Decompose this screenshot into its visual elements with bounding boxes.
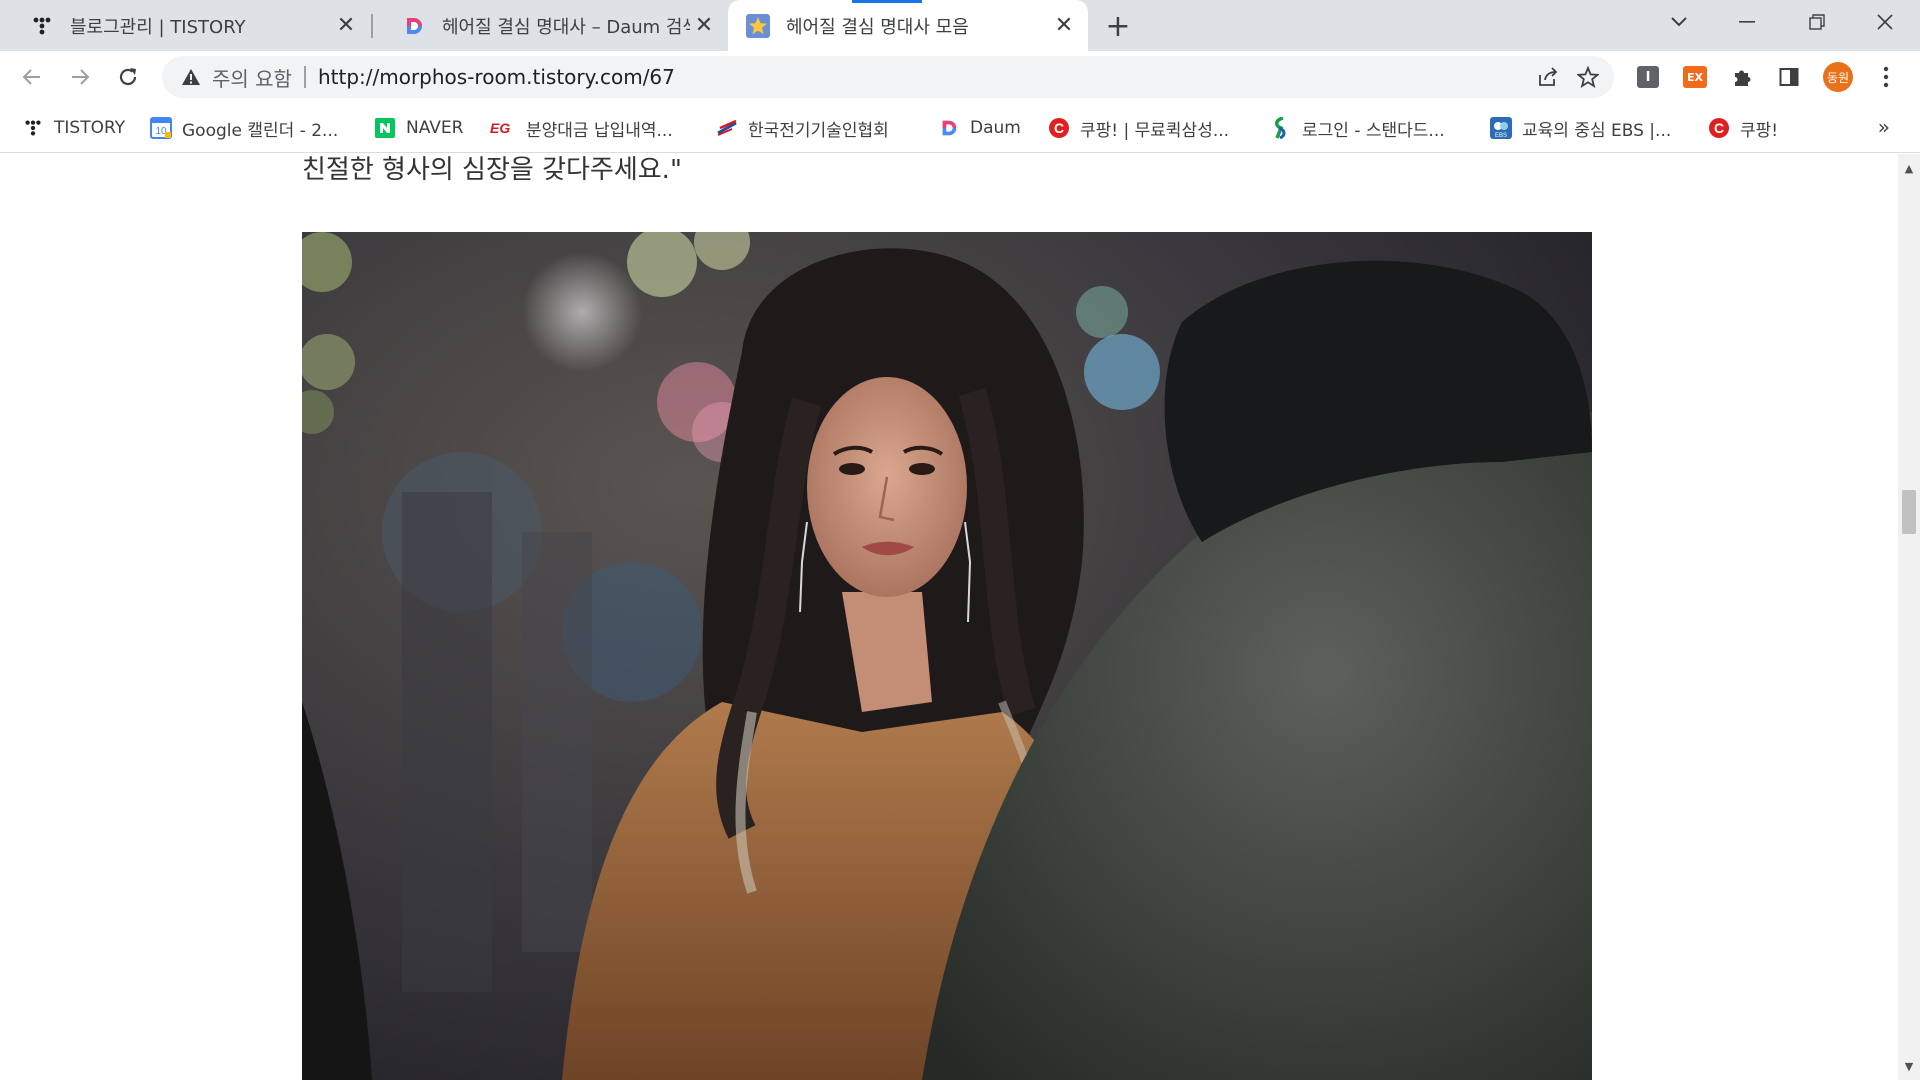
avatar: 동원 [1823,62,1853,92]
address-bar[interactable]: 주의 요함 http://morphos-room.tistory.com/67 [162,56,1614,98]
bookmark-label: TISTORY [54,118,126,138]
kea-icon [716,117,738,139]
coupang-icon: C [1048,117,1070,139]
bookmarks-bar: TISTORY 10 Google 캘린더 - 2... NAVER EG 분양… [0,103,1920,153]
forward-button[interactable] [62,59,98,95]
minimize-button[interactable] [1712,0,1782,44]
menu-button[interactable] [1868,59,1904,95]
tistory-icon [30,14,54,38]
scroll-down-arrow-icon[interactable]: ▼ [1898,1056,1920,1076]
bookmark-label: Daum [970,118,1021,138]
warning-triangle-icon[interactable] [180,66,202,88]
more-bookmarks-button[interactable]: » [1878,115,1890,139]
bookmark-google-calendar[interactable]: 10 Google 캘린더 - 2... [150,114,338,142]
bookmark-standard-chartered[interactable]: 로그인 - 스탠다드... [1270,114,1445,142]
standard-chartered-icon [1270,117,1292,139]
tab-daum-search[interactable]: 헤어질 결심 명대사 – Daum 검색 ✕ [372,0,728,51]
scroll-up-arrow-icon[interactable]: ▲ [1898,158,1920,178]
bookmark-daum[interactable]: Daum [938,114,1021,142]
tab-active-article[interactable]: 헤어질 결심 명대사 모음 ✕ [728,0,1088,51]
close-tab-icon[interactable]: ✕ [332,12,360,40]
page-content: 친절한 형사의 심장을 갖다주세요." [0,154,1898,1080]
bookmark-label: Google 캘린더 - 2... [182,120,339,141]
tab-title: 블로그관리 | TISTORY [70,16,246,38]
back-button[interactable] [14,59,50,95]
coupang-icon: C [1708,117,1730,139]
restore-icon [1809,14,1825,30]
new-tab-button[interactable]: + [1100,8,1136,44]
arrow-left-icon [22,69,40,85]
browser-toolbar: 주의 요함 http://morphos-room.tistory.com/67… [0,51,1920,103]
restore-button[interactable] [1782,0,1852,44]
close-window-button[interactable] [1850,0,1920,44]
bookmark-label: 쿠팡! | 무료퀵삼성... [1080,120,1230,141]
bookmark-label: 로그인 - 스탠다드... [1302,120,1445,141]
tab-title: 헤어질 결심 명대사 모음 [786,16,969,38]
reload-icon [119,68,137,86]
bookmark-label: 쿠팡! [1740,120,1779,141]
extensions-menu-button[interactable] [1724,59,1760,95]
chevron-down-icon [1671,17,1687,27]
tistory-icon [22,117,44,139]
bookmark-star-icon[interactable] [1570,59,1606,95]
daum-icon [402,14,426,38]
omnibox-divider [303,66,306,88]
close-tab-icon[interactable]: ✕ [1050,12,1078,40]
bookmark-coupang-1[interactable]: C 쿠팡! | 무료퀵삼성... [1048,114,1229,142]
security-status-label[interactable]: 주의 요함 [212,63,292,92]
extension-ex-button[interactable]: EX [1677,59,1713,95]
article-photo [302,232,1592,1080]
side-panel-button[interactable] [1771,59,1807,95]
bookmark-eg[interactable]: EG 분양대금 납입내역... [490,114,673,142]
share-icon[interactable] [1530,59,1566,95]
puzzle-icon [1735,70,1751,86]
extension-ex-icon: EX [1683,66,1707,88]
close-icon [1877,14,1893,30]
tab-strip: 블로그관리 | TISTORY ✕ 헤어질 결심 명대사 – Daum 검색 ✕… [0,0,1920,51]
bookmark-coupang-2[interactable]: C 쿠팡! [1708,114,1778,142]
scrollbar-thumb[interactable] [1902,490,1916,534]
side-panel-icon [1779,68,1799,86]
naver-icon [374,117,396,139]
bookmark-tistory[interactable]: TISTORY [22,114,125,142]
tab-tistory-admin[interactable]: 블로그관리 | TISTORY ✕ [0,0,370,51]
page-scrollbar[interactable]: ▲ ▼ [1898,154,1920,1080]
svg-text:EG: EG [490,120,510,136]
bookmark-label: 교육의 중심 EBS |... [1522,120,1672,141]
bookmark-ebs[interactable]: EBS 교육의 중심 EBS |... [1490,114,1671,142]
extension-i-icon: I [1637,66,1659,88]
eg-icon: EG [490,117,516,139]
article-quote-line: 친절한 형사의 심장을 갖다주세요." [302,155,682,185]
arrow-right-icon [72,69,90,85]
bookmark-label: NAVER [406,118,464,138]
svg-text:C: C [1054,120,1064,136]
bookmark-kea[interactable]: 한국전기기술인협회 [716,114,889,142]
movie-still-image [302,232,1592,1080]
svg-text:EBS: EBS [1495,133,1507,139]
extension-i-button[interactable]: I [1630,59,1666,95]
omnibox-actions [1530,59,1606,95]
bookmark-label: 분양대금 납입내역... [526,120,673,141]
tab-title: 헤어질 결심 명대사 – Daum 검색 [442,16,690,38]
star-icon [746,13,770,38]
minimize-icon [1739,21,1755,23]
bookmark-label: 한국전기기술인협회 [748,120,889,141]
active-tab-indicator [852,0,922,3]
tab-search-button[interactable] [1644,0,1714,44]
url-text[interactable]: http://morphos-room.tistory.com/67 [318,65,675,89]
more-vert-icon [1883,66,1889,88]
bookmark-naver[interactable]: NAVER [374,114,463,142]
close-tab-icon[interactable]: ✕ [690,12,718,40]
profile-button[interactable]: 동원 [1820,59,1856,95]
reload-button[interactable] [110,59,146,95]
daum-icon [938,117,960,139]
ebs-icon: EBS [1490,117,1512,139]
svg-text:C: C [1714,120,1724,136]
google-calendar-icon: 10 [150,117,172,139]
